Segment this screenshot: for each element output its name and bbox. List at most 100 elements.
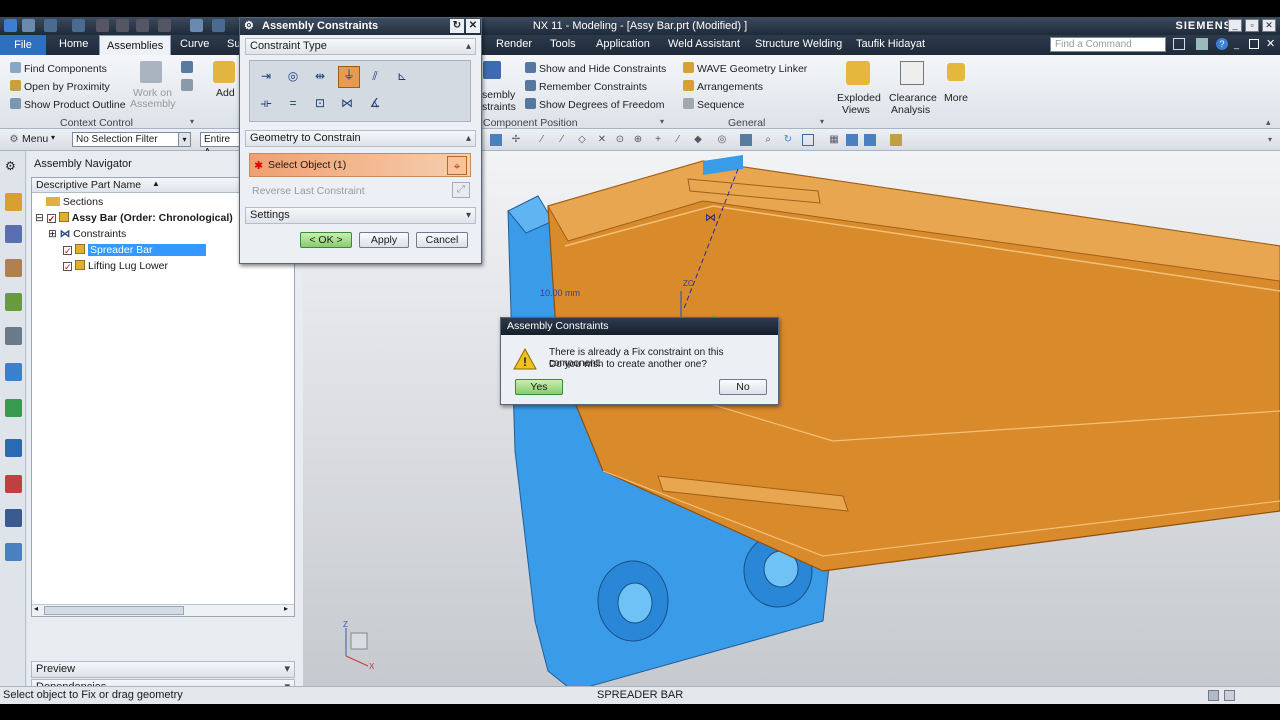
parallel-icon[interactable]: ⫽ — [366, 68, 384, 86]
toolbar-options-icon[interactable]: ▾ — [1264, 134, 1276, 146]
yes-button[interactable]: Yes — [515, 379, 563, 395]
system-scenes-icon[interactable] — [5, 509, 22, 527]
view-fit-icon[interactable] — [740, 134, 752, 146]
no-button[interactable]: No — [719, 379, 767, 395]
help-icon[interactable]: ? — [1216, 38, 1228, 50]
add-component-icon[interactable] — [213, 61, 235, 83]
tab-assemblies[interactable]: Assemblies — [99, 35, 172, 56]
view-cube-icon[interactable] — [490, 134, 502, 146]
snap-point-icon[interactable]: ✢ — [510, 134, 522, 146]
column-descriptive-part-name[interactable]: Descriptive Part Name — [36, 179, 141, 191]
status-icon-1[interactable] — [1208, 690, 1219, 701]
view-triad-icon[interactable] — [864, 134, 876, 146]
constraint-type-section[interactable]: Constraint Type ▴ — [245, 38, 476, 55]
more-icon[interactable] — [947, 63, 965, 81]
clearance-analysis-label-2[interactable]: Analysis — [891, 104, 930, 116]
tab-taufik-hidayat[interactable]: Taufik Hidayat — [856, 38, 925, 50]
visibility-checkbox[interactable]: ✓ — [63, 246, 72, 256]
visibility-checkbox[interactable]: ✓ — [63, 262, 72, 272]
zoom-icon[interactable]: ⌕ — [762, 134, 774, 146]
minimize-button[interactable]: _ — [1228, 19, 1242, 32]
background-icon[interactable]: ▦ — [828, 134, 840, 146]
crosshair-select-icon[interactable]: ⌖ — [447, 156, 467, 175]
clearance-analysis-icon[interactable] — [900, 61, 924, 85]
fit-icon[interactable]: ⊡ — [311, 95, 329, 113]
section-icon[interactable] — [890, 134, 902, 146]
gear-icon[interactable]: ⚙ — [244, 18, 254, 34]
menu-icon[interactable]: ⚙ — [8, 134, 20, 146]
apply-button[interactable]: Apply — [359, 232, 409, 248]
more-button[interactable]: More — [944, 92, 968, 104]
history-icon[interactable] — [5, 399, 22, 417]
snap-face-icon[interactable]: ◆ — [692, 134, 704, 146]
close-icon[interactable]: ✕ — [466, 19, 480, 33]
equal-icon[interactable]: = — [284, 95, 302, 113]
wave-geometry-linker-button[interactable]: WAVE Geometry Linker — [683, 62, 807, 75]
find-command-input[interactable]: Find a Command — [1050, 37, 1166, 52]
tab-application[interactable]: Application — [596, 38, 650, 50]
ribbon-options-icon[interactable] — [1196, 38, 1208, 50]
collapse-icon[interactable]: ⊞ — [48, 228, 57, 240]
distance-icon[interactable]: ⇹ — [311, 68, 329, 86]
group-dropdown-icon[interactable]: ▾ — [190, 117, 194, 126]
select-object-field[interactable]: ✱ Select Object (1) ⌖ — [249, 153, 471, 177]
process-studio-icon[interactable] — [5, 439, 22, 457]
hd3d-tools-icon[interactable] — [5, 327, 22, 345]
angle-icon[interactable]: ∡ — [366, 95, 384, 113]
tab-structure-welding[interactable]: Structure Welding — [755, 38, 842, 50]
gear-icon[interactable]: ⚙ — [5, 159, 16, 173]
assembly-tool-2-icon[interactable] — [181, 79, 193, 91]
snap-quadrant-icon[interactable]: ⊕ — [632, 134, 644, 146]
assembly-navigator-icon[interactable] — [5, 193, 22, 211]
tab-weld-assistant[interactable]: Weld Assistant — [668, 38, 740, 50]
snap-mid-icon[interactable]: ⁄ — [556, 134, 568, 146]
dialog-title-bar[interactable]: ⚙ Assembly Constraints ↻ ✕ — [240, 18, 481, 35]
snap-bounded-icon[interactable]: ◎ — [716, 134, 728, 146]
roles-icon[interactable] — [5, 475, 22, 493]
close-button[interactable]: ✕ — [1262, 19, 1276, 32]
exploded-views-label-2[interactable]: Views — [842, 104, 870, 116]
show-hide-constraints-button[interactable]: Show and Hide Constraints — [525, 62, 666, 75]
align-lock-icon[interactable]: ⟛ — [257, 95, 275, 113]
touch-align-icon[interactable]: ⇥ — [257, 68, 275, 86]
tab-render[interactable]: Render — [496, 38, 532, 50]
file-menu[interactable]: File — [0, 35, 46, 55]
scrollbar-thumb[interactable] — [44, 606, 184, 615]
scroll-left-icon[interactable]: ◂ — [34, 604, 38, 613]
sort-ascending-icon[interactable]: ▲ — [152, 179, 160, 188]
menu-button[interactable]: Menu — [22, 133, 48, 145]
snap-end-icon[interactable]: ⁄ — [536, 134, 548, 146]
menu-dropdown-icon[interactable]: ▾ — [51, 133, 55, 142]
fix-icon[interactable]: ⏚ — [338, 66, 360, 88]
perpendicular-icon[interactable]: ⊾ — [393, 68, 411, 86]
assembly-constraints-label-1[interactable]: sembly — [482, 89, 515, 101]
sequence-button[interactable]: Sequence — [683, 98, 744, 111]
collapse-icon[interactable]: ⊟ — [35, 212, 44, 224]
show-product-outline-button[interactable]: Show Product Outline — [10, 98, 126, 111]
exploded-views-icon[interactable] — [846, 61, 870, 85]
selection-filter-select[interactable]: No Selection Filter — [72, 132, 191, 147]
maximize-button[interactable]: ▫ — [1245, 19, 1259, 32]
collapse-ribbon-icon[interactable]: ▴ — [1266, 117, 1271, 128]
horizontal-scrollbar[interactable]: ◂ ▸ — [32, 604, 294, 616]
cancel-button[interactable]: Cancel — [416, 232, 468, 248]
ok-button[interactable]: < OK > — [300, 232, 352, 248]
constraint-navigator-icon[interactable] — [5, 225, 22, 243]
tab-home[interactable]: Home — [59, 38, 88, 50]
tab-tools[interactable]: Tools — [550, 38, 576, 50]
scroll-right-icon[interactable]: ▸ — [284, 604, 288, 613]
part-navigator-icon[interactable] — [5, 259, 22, 277]
restore-doc-icon[interactable] — [1249, 39, 1259, 49]
show-dof-button[interactable]: Show Degrees of Freedom — [525, 98, 664, 111]
render-style-icon[interactable] — [802, 134, 814, 146]
orient-view-icon[interactable] — [846, 134, 858, 146]
assembly-constraints-label-2[interactable]: straints — [482, 101, 516, 113]
geometry-to-constrain-section[interactable]: Geometry to Constrain ▴ — [245, 130, 476, 147]
snap-existing-icon[interactable]: + — [652, 134, 664, 146]
close-doc-icon[interactable]: ✕ — [1266, 37, 1275, 50]
add-component-label[interactable]: Add — [216, 87, 235, 99]
tab-curve[interactable]: Curve — [180, 38, 209, 50]
reuse-library-icon[interactable] — [5, 293, 22, 311]
component-position-dropdown-icon[interactable]: ▾ — [660, 117, 664, 126]
visibility-checkbox[interactable]: ✓ — [46, 214, 56, 224]
